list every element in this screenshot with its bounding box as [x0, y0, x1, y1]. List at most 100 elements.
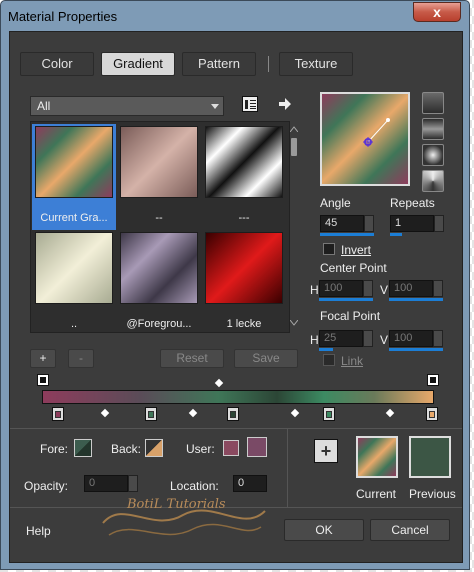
gradient-preview[interactable]	[320, 92, 410, 186]
list-view-icon[interactable]	[242, 96, 258, 112]
gradient-swatch-label: Current Gra...	[40, 212, 108, 224]
color-stop[interactable]	[52, 407, 64, 421]
fore-label: Fore:	[40, 442, 69, 456]
add-gradient-button[interactable]: +	[30, 349, 56, 368]
arrow-right-icon[interactable]	[278, 97, 292, 111]
center-point-h-label: H	[310, 283, 319, 297]
sunburst-gradient-style-button[interactable]	[422, 170, 444, 192]
close-button[interactable]: x	[413, 2, 461, 22]
center-point-h-field[interactable]: 100	[319, 280, 363, 297]
focal-point-h-spinner[interactable]	[363, 330, 373, 347]
focal-point-v-label: V	[380, 333, 389, 347]
linear-gradient-style-button[interactable]	[422, 92, 444, 114]
invert-checkbox[interactable]	[323, 243, 335, 255]
gradient-swatch[interactable]	[205, 126, 283, 198]
opacity-midpoint-marker[interactable]	[214, 378, 224, 388]
focal-point-v-slider[interactable]	[389, 348, 443, 351]
center-point-handle-icon[interactable]	[322, 94, 408, 184]
scroll-down-icon[interactable]	[290, 320, 298, 326]
help-button[interactable]: Help	[26, 524, 51, 538]
color-stop-swatch	[326, 411, 332, 418]
category-dropdown[interactable]: All	[30, 96, 224, 116]
user-color-swatch-selected[interactable]	[247, 437, 267, 457]
scroll-up-icon[interactable]	[290, 126, 298, 132]
tab-gradient[interactable]: Gradient	[101, 52, 175, 76]
list-view-icon-lines	[250, 100, 256, 101]
gradient-swatch-label: ..	[70, 318, 78, 330]
gradient-swatch[interactable]	[205, 232, 283, 304]
material-properties-window: Material Properties x Color Gradient Pat…	[0, 0, 470, 570]
center-point-v-slider[interactable]	[389, 298, 443, 301]
window-title: Material Properties	[8, 9, 118, 24]
repeats-field[interactable]: 1	[390, 215, 434, 232]
center-point-v-spinner[interactable]	[433, 280, 443, 297]
repeats-label: Repeats	[390, 196, 435, 210]
cancel-button[interactable]: Cancel	[370, 519, 450, 541]
color-midpoint-marker[interactable]	[290, 408, 300, 418]
current-material-swatch[interactable]	[356, 436, 398, 478]
tab-pattern[interactable]: Pattern	[182, 52, 256, 76]
chevron-down-icon	[211, 104, 219, 109]
center-point-h-spinner[interactable]	[363, 280, 373, 297]
center-point-v-field[interactable]: 100	[389, 280, 433, 297]
center-point-h-slider[interactable]	[319, 298, 373, 301]
save-gradient-button[interactable]: Save	[234, 349, 298, 368]
radial-gradient-style-button[interactable]	[422, 144, 444, 166]
color-midpoint-marker[interactable]	[188, 408, 198, 418]
angle-slider[interactable]	[320, 233, 374, 236]
opacity-stop-end[interactable]	[427, 374, 439, 386]
angle-field[interactable]: 45	[320, 215, 364, 232]
background-color-swatch[interactable]	[145, 439, 163, 457]
gradient-swatch[interactable]	[35, 232, 113, 304]
watermark-text: BotiL Tutorials	[127, 497, 226, 512]
link-label: Link	[341, 354, 364, 368]
user-color-swatch[interactable]	[223, 440, 239, 456]
previous-material-swatch[interactable]	[409, 436, 451, 478]
color-stop-swatch	[230, 411, 236, 418]
color-stop[interactable]	[227, 407, 239, 421]
dialog-body: Color Gradient Pattern Texture All Curre…	[9, 31, 463, 563]
link-checkbox[interactable]	[323, 354, 335, 366]
color-stop-swatch	[55, 411, 61, 418]
title-bar[interactable]: Material Properties x	[1, 1, 471, 31]
color-stop-swatch	[148, 411, 154, 418]
focal-point-v-spinner[interactable]	[433, 330, 443, 347]
color-midpoint-marker[interactable]	[100, 408, 110, 418]
section-divider-vertical	[287, 429, 288, 507]
focal-point-h-label: H	[310, 333, 319, 347]
gradient-swatch[interactable]	[35, 126, 113, 198]
ok-button[interactable]: OK	[284, 519, 364, 541]
angle-spinner[interactable]	[364, 215, 374, 232]
angle-label: Angle	[320, 196, 351, 210]
rectangular-gradient-style-button[interactable]	[422, 118, 444, 140]
remove-gradient-button[interactable]: -	[68, 349, 94, 368]
list-view-icon-bar	[245, 100, 248, 109]
add-to-swatches-button[interactable]: +	[314, 439, 338, 463]
opacity-stop-start[interactable]	[37, 374, 49, 386]
color-stop[interactable]	[426, 407, 438, 421]
focal-point-h-field[interactable]: 25	[319, 330, 363, 347]
tab-texture[interactable]: Texture	[279, 52, 353, 76]
tab-divider	[268, 56, 269, 72]
swatch-scrollbar[interactable]	[288, 126, 300, 326]
gradient-swatch[interactable]	[120, 126, 198, 198]
repeats-slider[interactable]	[390, 233, 402, 236]
repeats-spinner[interactable]	[434, 215, 444, 232]
gradient-swatch[interactable]	[120, 232, 198, 304]
gradient-swatch-label: 1 lecke	[226, 318, 262, 330]
focal-point-v-field[interactable]: 100	[389, 330, 433, 347]
color-stop[interactable]	[145, 407, 157, 421]
gradient-editor-bar[interactable]	[42, 390, 434, 404]
scroll-thumb[interactable]	[291, 138, 297, 156]
foreground-color-swatch[interactable]	[74, 439, 92, 457]
color-midpoint-marker[interactable]	[385, 408, 395, 418]
reset-gradient-button[interactable]: Reset	[160, 349, 224, 368]
color-stop[interactable]	[323, 407, 335, 421]
gradient-swatch-label: --	[155, 212, 163, 224]
tab-color[interactable]: Color	[20, 52, 94, 76]
center-point-label: Center Point	[320, 261, 387, 275]
focal-point-h-slider[interactable]	[319, 348, 333, 351]
opacity-stop-start-fill	[40, 377, 46, 383]
section-divider	[10, 428, 462, 429]
watermark-logo: BotiL Tutorials	[93, 489, 273, 549]
